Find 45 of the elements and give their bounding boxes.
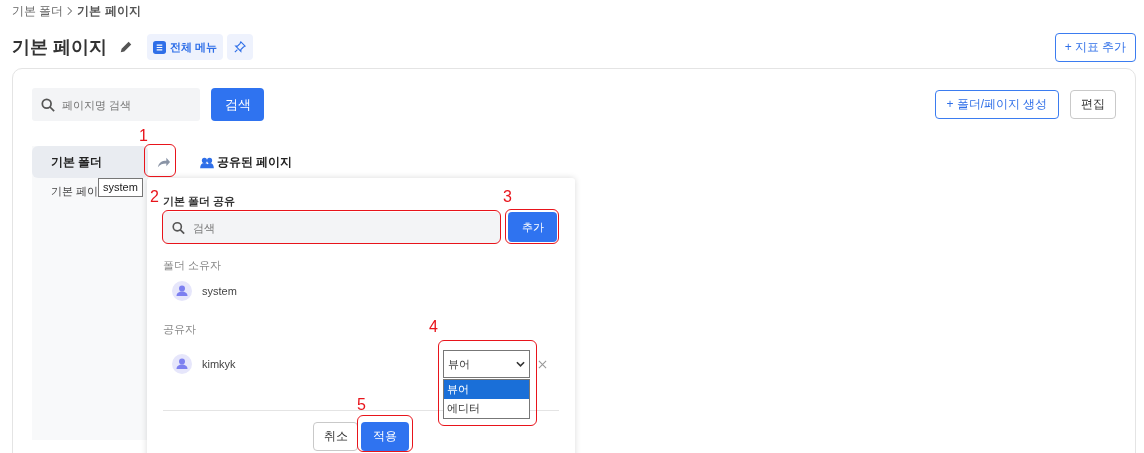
annotation-box: [144, 144, 176, 177]
add-button[interactable]: 추가: [508, 212, 557, 242]
page-item[interactable]: 기본 페이: [51, 184, 99, 199]
edit-button[interactable]: 편집: [1070, 90, 1116, 119]
create-button[interactable]: + 폴더/페이지 생성: [935, 90, 1059, 119]
section-label: 공유자: [163, 322, 196, 337]
pin-icon: [234, 41, 247, 53]
breadcrumb-link[interactable]: 기본 폴더: [12, 2, 64, 20]
shared-pages-tab[interactable]: 공유된 페이지: [200, 154, 293, 171]
user-name: system: [202, 285, 237, 297]
chevron-icon: [67, 6, 74, 16]
role-option[interactable]: 뷰어: [444, 380, 529, 399]
close-icon[interactable]: [538, 359, 547, 369]
cancel-button[interactable]: 취소: [313, 422, 358, 451]
annotation-number: 1: [139, 127, 148, 145]
annotation-number: 4: [429, 318, 438, 336]
avatar-icon: [172, 354, 192, 374]
breadcrumb-current: 기본 페이지: [77, 2, 141, 20]
popup-title: 기본 폴더 공유: [163, 194, 236, 209]
annotation-number: 3: [503, 188, 512, 206]
people-icon: [200, 156, 214, 169]
annotation-number: 2: [150, 188, 159, 206]
folder-item[interactable]: 기본 폴더: [32, 146, 148, 178]
search-button[interactable]: 검색: [211, 88, 264, 121]
page-title: 기본 페이지: [12, 36, 107, 59]
user-name: kimkyk: [202, 358, 236, 370]
user-search-field[interactable]: 검색: [163, 212, 500, 243]
search-icon: [172, 221, 185, 234]
section-label: 폴더 소유자: [163, 258, 222, 273]
search-field[interactable]: 페이지명 검색: [32, 88, 200, 121]
apply-button[interactable]: 적용: [361, 422, 409, 451]
pin-button[interactable]: [227, 34, 254, 60]
annotation-box: [505, 209, 559, 244]
search-icon: [41, 97, 55, 112]
tooltip: system: [98, 178, 143, 197]
list-icon: [153, 40, 166, 54]
role-option[interactable]: 에디터: [444, 399, 529, 418]
annotation-box: [357, 415, 413, 452]
pencil-icon[interactable]: [119, 40, 133, 54]
add-indicator-button[interactable]: + 지표 추가: [1055, 32, 1136, 62]
annotation-number: 5: [357, 396, 366, 414]
full-menu-button[interactable]: 전체 메뉴: [147, 34, 224, 60]
chevron-down-icon: [516, 361, 525, 367]
avatar-icon: [172, 281, 192, 301]
role-select[interactable]: 뷰어: [443, 350, 530, 378]
